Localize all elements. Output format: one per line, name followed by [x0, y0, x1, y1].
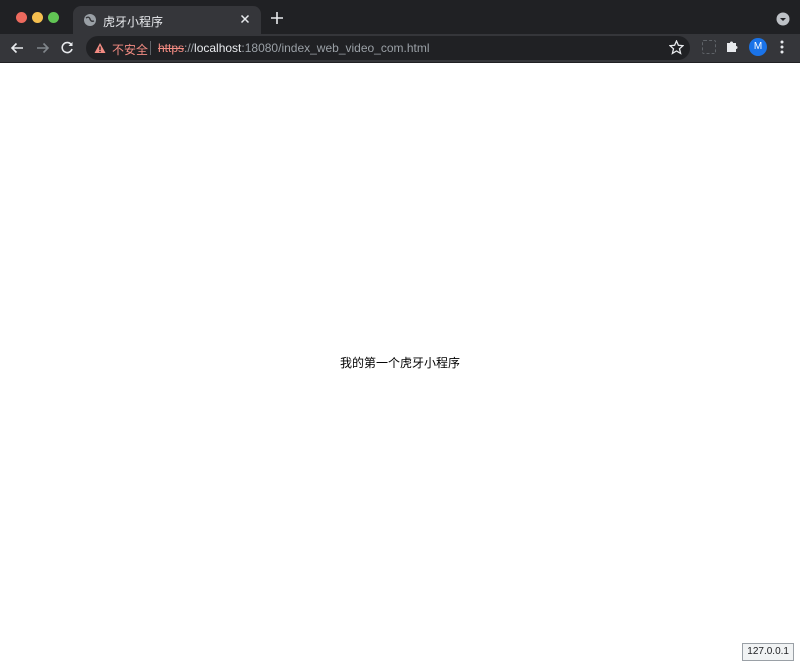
close-icon[interactable]	[238, 12, 252, 26]
reload-icon[interactable]	[59, 40, 75, 56]
tab-strip: 虎牙小程序	[0, 0, 800, 34]
page-heading-text: 我的第一个虎牙小程序	[339, 356, 460, 370]
url-scheme-separator: ://	[184, 41, 195, 55]
browser-toolbar: 不安全 https://localhost:18080/index_web_vi…	[0, 34, 800, 63]
profile-avatar[interactable]: M	[749, 38, 767, 56]
tab-search-icon[interactable]	[776, 12, 790, 26]
warning-icon[interactable]	[94, 42, 106, 54]
more-menu-icon[interactable]	[777, 39, 787, 55]
url-text[interactable]: https://localhost:18080/index_web_video_…	[158, 41, 430, 55]
url-path: :18080/index_web_video_com.html	[241, 41, 430, 55]
window-maximize-button[interactable]	[48, 12, 59, 23]
new-tab-icon[interactable]	[270, 11, 284, 25]
browser-tab[interactable]: 虎牙小程序	[73, 6, 261, 34]
url-scheme: https	[158, 41, 185, 55]
extension-placeholder-icon[interactable]	[702, 40, 716, 54]
window-close-button[interactable]	[16, 12, 27, 23]
address-divider	[150, 41, 151, 55]
status-bar: 127.0.0.1	[742, 643, 794, 661]
address-bar[interactable]: 不安全 https://localhost:18080/index_web_vi…	[86, 36, 690, 60]
back-arrow-icon[interactable]	[9, 40, 25, 56]
window-minimize-button[interactable]	[32, 12, 43, 23]
globe-icon	[84, 14, 96, 26]
url-host: localhost	[194, 41, 242, 55]
forward-arrow-icon[interactable]	[35, 40, 51, 56]
bookmark-star-icon[interactable]	[669, 40, 684, 55]
extensions-puzzle-icon[interactable]	[725, 39, 740, 54]
security-status[interactable]: 不安全	[112, 41, 148, 58]
tab-title: 虎牙小程序	[103, 15, 164, 29]
